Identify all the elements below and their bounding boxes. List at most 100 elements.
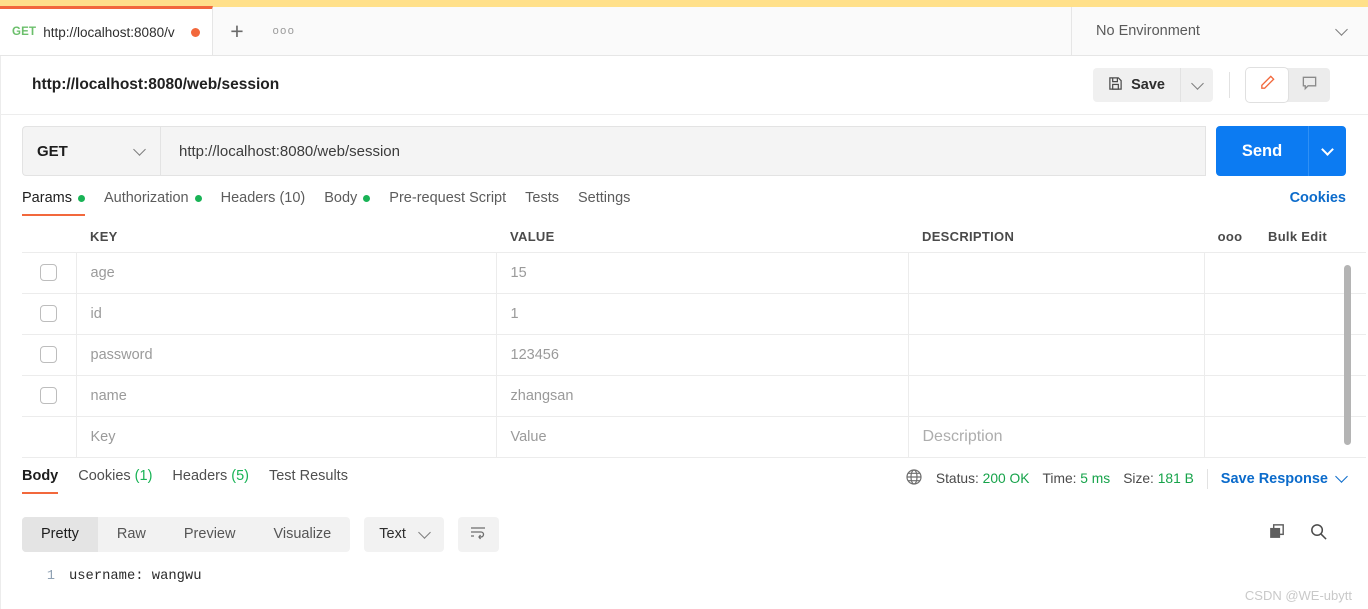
response-tab-test-results[interactable]: Test Results xyxy=(269,468,368,494)
params-scrollbar[interactable] xyxy=(1344,265,1351,445)
params-table-head: KEY VALUE DESCRIPTION ooo Bulk Edit xyxy=(22,224,1366,253)
view-preview[interactable]: Preview xyxy=(165,517,255,552)
tab-url-label: http://localhost:8080/v xyxy=(43,24,175,40)
response-tab-headers[interactable]: Headers (5) xyxy=(172,468,269,494)
send-options-button[interactable] xyxy=(1308,126,1346,176)
bulk-edit-button[interactable]: Bulk Edit xyxy=(1256,224,1366,253)
table-row[interactable]: id 1 xyxy=(22,292,1366,335)
response-body-code[interactable]: 1 username: wangwu xyxy=(0,560,1368,609)
row-value[interactable]: zhangsan xyxy=(495,374,909,417)
new-value-input[interactable]: Value xyxy=(495,415,909,458)
row-key[interactable]: age xyxy=(75,251,497,294)
row-checkbox-cell[interactable] xyxy=(22,292,77,335)
params-table: KEY VALUE DESCRIPTION ooo Bulk Edit age … xyxy=(22,224,1366,458)
response-tab-body[interactable]: Body xyxy=(22,468,78,494)
tab-pre-request-script[interactable]: Pre-request Script xyxy=(389,190,525,216)
new-description-input[interactable]: Description xyxy=(907,415,1205,458)
tab-method-label: GET xyxy=(12,26,37,38)
checkbox-icon[interactable] xyxy=(40,263,58,281)
environment-selector[interactable]: No Environment xyxy=(1071,7,1368,55)
comment-icon xyxy=(1301,74,1318,96)
row-description[interactable] xyxy=(907,333,1205,376)
send-button[interactable]: Send xyxy=(1216,126,1308,176)
view-pretty[interactable]: Pretty xyxy=(22,516,98,552)
checkbox-icon[interactable] xyxy=(40,386,58,404)
tab-settings-label: Settings xyxy=(578,190,631,206)
url-input[interactable]: http://localhost:8080/web/session xyxy=(160,126,1206,176)
cookies-link[interactable]: Cookies xyxy=(1290,190,1346,216)
tab-authorization[interactable]: Authorization xyxy=(104,190,221,216)
divider xyxy=(1229,72,1230,98)
new-tab-button[interactable]: + xyxy=(213,7,261,55)
save-response-button[interactable]: Save Response xyxy=(1220,470,1348,487)
row-description[interactable] xyxy=(907,292,1205,335)
tab-more-button[interactable]: ooo xyxy=(261,7,307,55)
tab-body[interactable]: Body xyxy=(324,190,389,216)
tab-params-label: Params xyxy=(22,190,72,206)
params-table-body: age 15 id 1 password 123456 name zhangsa… xyxy=(22,251,1366,458)
save-options-button[interactable] xyxy=(1180,68,1213,102)
chevron-down-icon xyxy=(133,142,146,156)
row-value[interactable]: 1 xyxy=(495,292,909,335)
time-badge: Time: 5 ms xyxy=(1042,471,1110,486)
tab-headers[interactable]: Headers (10) xyxy=(221,190,325,216)
row-key[interactable]: name xyxy=(75,374,497,417)
row-value[interactable]: 123456 xyxy=(495,333,909,376)
tab-headers-label: Headers (10) xyxy=(220,190,306,206)
word-wrap-button[interactable] xyxy=(457,516,499,552)
row-checkbox-cell[interactable] xyxy=(22,251,77,294)
response-tab-cookies-label: Cookies xyxy=(78,468,131,484)
table-row[interactable]: name zhangsan xyxy=(22,374,1366,417)
tab-body-label: Body xyxy=(324,190,358,206)
row-key[interactable]: id xyxy=(75,292,497,335)
request-tab[interactable]: GET http://localhost:8080/v xyxy=(0,6,213,55)
table-row[interactable]: password 123456 xyxy=(22,333,1366,376)
save-response-label: Save Response xyxy=(1220,470,1328,487)
row-description[interactable] xyxy=(907,251,1205,294)
row-value[interactable]: 15 xyxy=(495,251,909,294)
checkbox-icon[interactable] xyxy=(40,304,58,322)
row-description[interactable] xyxy=(907,374,1205,417)
view-raw[interactable]: Raw xyxy=(98,517,165,552)
response-tab-cookies-count: (1) xyxy=(134,468,153,484)
row-actions xyxy=(1203,251,1366,294)
search-icon xyxy=(1309,524,1328,545)
row-checkbox-cell[interactable] xyxy=(22,374,77,417)
floppy-disk-icon xyxy=(1108,76,1123,95)
edit-request-button[interactable] xyxy=(1246,68,1288,102)
copy-button[interactable] xyxy=(1268,522,1287,546)
request-name-bar: http://localhost:8080/web/session Save xyxy=(0,56,1368,115)
row-checkbox-cell[interactable] xyxy=(22,333,77,376)
method-select[interactable]: GET xyxy=(22,126,160,176)
tab-settings[interactable]: Settings xyxy=(578,190,649,216)
view-mode-group xyxy=(1246,68,1330,102)
response-tab-cookies[interactable]: Cookies (1) xyxy=(78,468,172,494)
body-format-select[interactable]: Text xyxy=(364,516,444,552)
save-button[interactable]: Save xyxy=(1093,68,1180,102)
table-row[interactable]: age 15 xyxy=(22,251,1366,294)
response-meta: Status: 200 OK Time: 5 ms Size: 181 B Sa… xyxy=(905,468,1348,497)
view-visualize[interactable]: Visualize xyxy=(254,517,350,552)
checkbox-icon[interactable] xyxy=(40,345,58,363)
row-key[interactable]: password xyxy=(75,333,497,376)
globe-icon xyxy=(905,468,923,489)
size-badge: Size: 181 B xyxy=(1123,471,1194,486)
new-key-input[interactable]: Key xyxy=(75,415,497,458)
search-button[interactable] xyxy=(1309,522,1328,546)
modified-dot-icon xyxy=(77,194,85,202)
response-tab-headers-label: Headers xyxy=(172,468,228,484)
body-view-switch: Pretty Raw Preview Visualize xyxy=(22,516,351,552)
tab-pre-request-script-label: Pre-request Script xyxy=(389,190,507,206)
response-tab-headers-count: (5) xyxy=(231,468,249,484)
url-input-value: http://localhost:8080/web/session xyxy=(179,142,400,160)
tab-tests[interactable]: Tests xyxy=(525,190,578,216)
header-description: DESCRIPTION xyxy=(908,224,1204,253)
tab-params[interactable]: Params xyxy=(22,190,104,216)
chevron-down-icon xyxy=(1335,470,1348,483)
params-more-button[interactable]: ooo xyxy=(1204,224,1256,253)
table-row-placeholder[interactable]: Key Value Description xyxy=(22,415,1366,458)
chevron-down-icon xyxy=(1335,22,1348,36)
header-checkbox-col xyxy=(22,224,76,253)
size-value: 181 B xyxy=(1157,471,1194,486)
comments-button[interactable] xyxy=(1288,68,1330,102)
